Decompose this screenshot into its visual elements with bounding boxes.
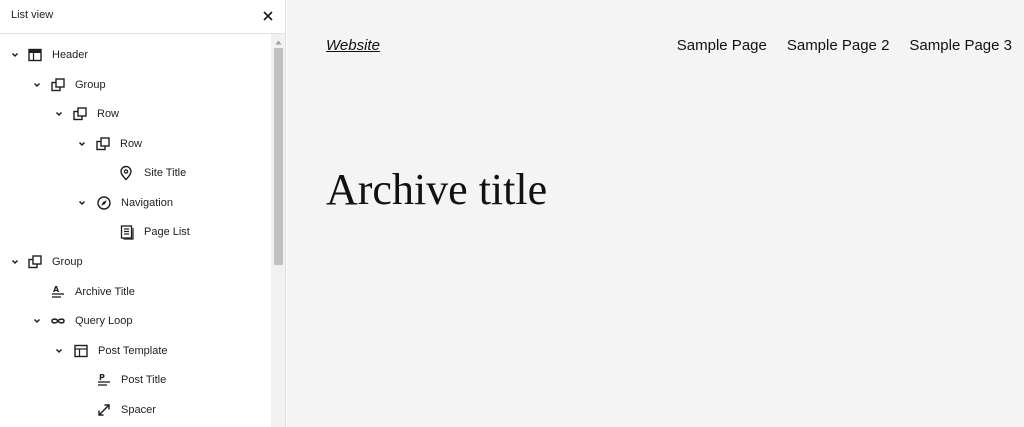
list-view-sidebar: List view Header Group Row Row Site Titl…	[0, 0, 286, 427]
tree-item-header[interactable]: Header	[0, 41, 271, 70]
tree-item-label: Site Title	[144, 167, 187, 179]
tree-item-label: Archive Title	[75, 286, 135, 298]
compass-icon	[97, 196, 111, 210]
chevron-down-icon[interactable]	[32, 80, 42, 90]
chevron-down-icon[interactable]	[32, 316, 42, 326]
group-icon	[28, 255, 42, 269]
tree-item-label: Row	[97, 108, 120, 120]
loop-icon	[51, 318, 65, 324]
tree-item-site-title[interactable]: Site Title	[0, 159, 271, 188]
sidebar-title: List view	[11, 9, 54, 21]
archive-title[interactable]: Archive title	[326, 164, 547, 215]
chevron-down-icon[interactable]	[54, 346, 64, 356]
editor-canvas: Website Sample Page Sample Page 2 Sample…	[287, 0, 1024, 427]
row-icon	[96, 137, 110, 151]
tree-item-post-title[interactable]: P Post Title	[0, 366, 271, 395]
chevron-down-icon[interactable]	[77, 198, 87, 208]
tree-item-label: Query Loop	[75, 315, 133, 327]
tree-item-label: Header	[52, 49, 89, 61]
tree-item-row[interactable]: Row	[0, 100, 271, 129]
scrollbar-thumb[interactable]	[274, 48, 283, 265]
tree-item-group[interactable]: Group	[0, 71, 271, 100]
tree-item-navigation[interactable]: Navigation	[0, 189, 271, 218]
tree-item-label: Page List	[144, 226, 190, 238]
tree-item-row[interactable]: Row	[0, 130, 271, 159]
chevron-down-icon[interactable]	[77, 139, 87, 149]
close-icon	[263, 11, 273, 21]
resize-icon	[98, 404, 110, 416]
svg-text:A: A	[53, 285, 60, 294]
scrollbar[interactable]	[271, 34, 285, 427]
chevron-down-icon[interactable]	[54, 109, 64, 119]
triangle-up-icon	[275, 40, 282, 44]
tree-item-spacer[interactable]: Spacer	[0, 396, 271, 425]
chevron-down-icon[interactable]	[10, 50, 20, 60]
close-button[interactable]	[258, 6, 278, 26]
site-title-link[interactable]: Website	[326, 37, 380, 54]
scroll-up-button[interactable]	[271, 36, 285, 48]
archive-title-icon: A	[52, 285, 64, 298]
tree-item-label: Post Template	[98, 345, 168, 357]
tree-item-label: Row	[120, 138, 143, 150]
chevron-down-icon[interactable]	[10, 257, 20, 267]
sidebar-header: List view	[0, 0, 285, 34]
block-tree: Header Group Row Row Site Title Navigati…	[0, 34, 271, 427]
layout-icon	[74, 344, 88, 358]
nav-link-sample-page[interactable]: Sample Page	[677, 37, 767, 54]
tree-item-archive-title[interactable]: A Archive Title	[0, 278, 271, 307]
nav-link-sample-page-2[interactable]: Sample Page 2	[787, 37, 890, 54]
tree-item-label: Spacer	[121, 404, 156, 416]
tree-item-query-loop[interactable]: Query Loop	[0, 307, 271, 336]
nav-link-sample-page-3[interactable]: Sample Page 3	[909, 37, 1012, 54]
navigation: Sample Page Sample Page 2 Sample Page 3	[677, 37, 1012, 54]
group-icon	[51, 78, 65, 92]
page-list-icon	[120, 225, 134, 240]
map-marker-icon	[120, 165, 132, 181]
tree-item-group[interactable]: Group	[0, 248, 271, 277]
tree-item-post-template[interactable]: Post Template	[0, 337, 271, 366]
header-icon	[28, 48, 42, 62]
tree-item-label: Navigation	[121, 197, 173, 209]
post-title-icon: P	[98, 373, 110, 386]
tree-item-page-list[interactable]: Page List	[0, 218, 271, 247]
svg-text:P: P	[99, 373, 105, 382]
tree-item-label: Group	[75, 79, 106, 91]
tree-item-label: Group	[52, 256, 83, 268]
row-icon	[73, 107, 87, 121]
tree-item-label: Post Title	[121, 374, 167, 386]
